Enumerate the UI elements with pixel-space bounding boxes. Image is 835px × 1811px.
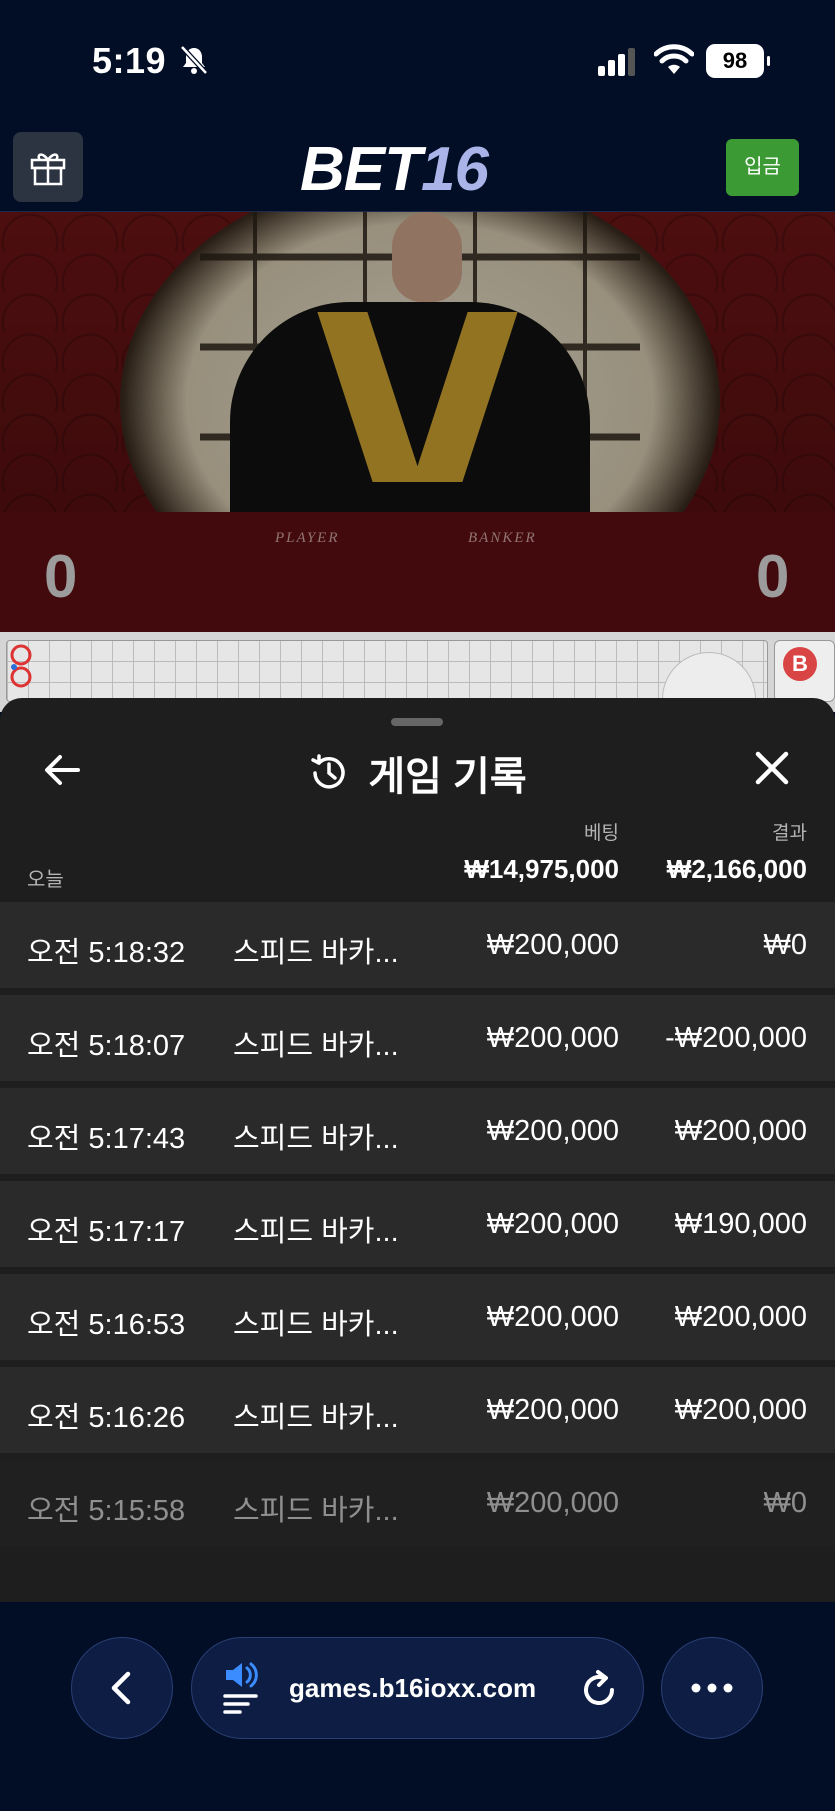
row-game: 스피드 바카... [233,1216,399,1248]
big-road-side: B [774,640,835,702]
row-bet: ₩200,000 [486,1115,619,1147]
total-bet: ₩14,975,000 [464,854,619,884]
row-time: 오전 5:15:58 [27,1495,186,1527]
row-result: ₩0 [763,1487,808,1519]
row-game: 스피드 바카... [233,1309,399,1341]
wifi-icon [654,44,694,74]
status-bar: 5:19 98 [0,0,835,120]
row-result: ₩0 [763,929,808,961]
row-game: 스피드 바카... [233,937,399,969]
more-icon [691,1683,733,1693]
live-video[interactable]: PLAYER BANKER 0 0 [0,212,835,632]
browser-back-button[interactable] [71,1637,173,1739]
game-history-sheet: 게임 기록 베팅 결과 오늘 ₩14,975,000 ₩2,166,000 오전… [0,698,835,1602]
column-header-bet: 베팅 [584,823,619,844]
row-bet: ₩200,000 [486,1208,619,1240]
speaker-icon[interactable] [222,1660,264,1716]
browser-toolbar: games.b16ioxx.com [0,1602,835,1811]
row-bet: ₩200,000 [486,1022,619,1054]
history-row[interactable]: 오전 5:17:17 스피드 바카... ₩200,000 ₩190,000 [0,1181,835,1267]
row-time: 오전 5:18:07 [27,1030,186,1062]
history-row[interactable]: 오전 5:16:26 스피드 바카... ₩200,000 ₩200,000 [0,1367,835,1453]
row-result: ₩200,000 [674,1301,807,1333]
sheet-header: 게임 기록 [0,744,835,802]
banker-badge: B [783,647,817,681]
row-time: 오전 5:17:17 [27,1216,186,1248]
sheet-title: 게임 기록 [368,755,527,799]
row-bet: ₩200,000 [486,1394,619,1426]
row-game: 스피드 바카... [233,1123,399,1155]
history-row[interactable]: 오전 5:16:53 스피드 바카... ₩200,000 ₩200,000 [0,1274,835,1360]
more-options-button[interactable] [661,1637,763,1739]
history-row[interactable]: 오전 5:17:43 스피드 바카... ₩200,000 ₩200,000 [0,1088,835,1174]
bead-road-grid [6,640,768,702]
app-header: BET16 입금 [0,124,835,212]
row-game: 스피드 바카... [233,1495,399,1527]
gift-button[interactable] [13,132,83,202]
column-header-result: 결과 [772,823,807,844]
total-result: ₩2,166,000 [666,854,807,884]
row-result: -₩200,000 [665,1022,807,1054]
close-icon[interactable] [750,746,794,790]
row-time: 오전 5:16:26 [27,1402,186,1434]
row-time: 오전 5:16:53 [27,1309,186,1341]
bead-marker-icon [10,644,32,688]
row-result: ₩200,000 [674,1115,807,1147]
row-bet: ₩200,000 [486,1301,619,1333]
date-group-label: 오늘 [27,869,64,891]
row-time: 오전 5:18:32 [27,937,186,969]
history-row[interactable]: 오전 5:18:07 스피드 바카... ₩200,000 -₩200,000 [0,995,835,1081]
row-time: 오전 5:17:43 [27,1123,186,1155]
row-bet: ₩200,000 [486,929,619,961]
cell-signal-icon [598,48,635,76]
history-list: 오전 5:18:32 스피드 바카... ₩200,000 ₩0 오전 5:18… [0,902,835,1553]
app-screen: 5:19 98 BET16 입금 PLAYER BANKER 0 0 B 게임 … [0,0,835,1811]
address-bar[interactable]: games.b16ioxx.com [191,1637,644,1739]
chevron-left-icon [111,1671,131,1705]
deposit-button[interactable]: 입금 [726,139,799,196]
bell-muted-icon [180,45,208,75]
row-result: ₩190,000 [674,1208,807,1240]
logo-number: 16 [421,135,489,204]
battery-indicator: 98 [706,44,770,78]
logo-bet: BET [300,135,422,204]
gift-icon [30,153,66,186]
row-result: ₩200,000 [674,1394,807,1426]
clock: 5:19 [92,40,167,81]
brand-logo[interactable]: BET16 [300,134,489,205]
row-game: 스피드 바카... [233,1402,399,1434]
sheet-drag-handle[interactable] [391,718,443,726]
history-icon [311,754,346,789]
reload-icon[interactable] [580,1668,620,1710]
url-text: games.b16ioxx.com [289,1673,537,1703]
row-game: 스피드 바카... [233,1030,399,1062]
history-row[interactable]: 오전 5:18:32 스피드 바카... ₩200,000 ₩0 [0,902,835,988]
row-bet: ₩200,000 [486,1487,619,1519]
video-dim-overlay [0,212,835,632]
history-row[interactable]: 오전 5:15:58 스피드 바카... ₩200,000 ₩0 [0,1460,835,1546]
